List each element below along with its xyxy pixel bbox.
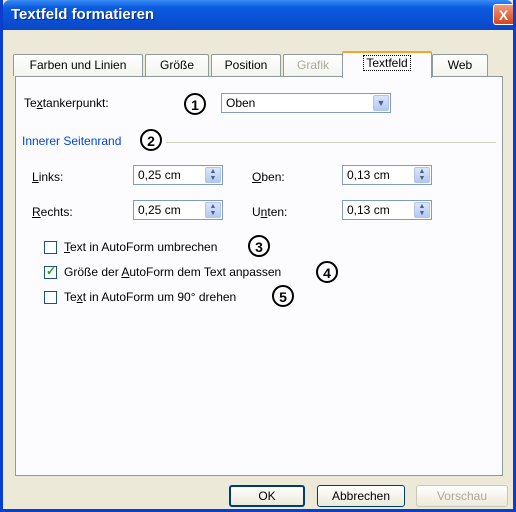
cancel-button[interactable]: Abbrechen — [317, 485, 405, 507]
wrap-text-checkbox[interactable] — [44, 241, 57, 254]
tab-panel-textfeld: Textankerpunkt: 1 Oben ▼ Innerer Seitenr… — [15, 76, 503, 476]
anchor-label: Textankerpunkt: — [24, 96, 109, 110]
spin-updown-icon[interactable]: ▲ ▼ — [205, 167, 221, 183]
preview-button: Vorschau — [416, 485, 508, 507]
anchor-select[interactable]: Oben ▼ — [221, 93, 391, 113]
tab-grafik: Grafik — [283, 54, 343, 76]
right-margin-label: Rechts: — [32, 205, 73, 219]
tab-textfeld[interactable]: Textfeld — [342, 51, 432, 78]
callout-2: 2 — [140, 129, 162, 151]
tab-web[interactable]: Web — [432, 54, 488, 76]
top-margin-spinner[interactable]: 0,13 cm ▲ ▼ — [342, 165, 432, 185]
resize-to-fit-label[interactable]: Größe der AutoForm dem Text anpassen — [64, 265, 281, 279]
spin-updown-icon[interactable]: ▲ ▼ — [205, 202, 221, 218]
callout-1: 1 — [184, 93, 206, 115]
title-bar[interactable]: Textfeld formatieren X — [3, 0, 513, 30]
top-margin-label: Oben: — [252, 170, 285, 184]
top-margin-value: 0,13 cm — [347, 168, 390, 182]
callout-3: 3 — [248, 235, 270, 257]
anchor-select-value: Oben — [226, 96, 256, 110]
tab-farben-und-linien[interactable]: Farben und Linien — [13, 54, 143, 76]
bottom-margin-label: Unten: — [252, 205, 288, 219]
chevron-down-icon[interactable]: ▼ — [373, 95, 389, 111]
bottom-margin-spinner[interactable]: 0,13 cm ▲ ▼ — [342, 200, 432, 220]
window-title: Textfeld formatieren — [11, 6, 155, 23]
bottom-margin-value: 0,13 cm — [347, 203, 390, 217]
left-margin-label: Links: — [32, 170, 64, 184]
rotate-text-label[interactable]: Text in AutoForm um 90° drehen — [64, 290, 236, 304]
dialog-window: Textfeld formatieren X Farben und Linien… — [0, 0, 516, 512]
tab-position[interactable]: Position — [211, 54, 281, 76]
checkmark-icon: ✓ — [46, 264, 57, 278]
close-icon[interactable]: X — [493, 4, 513, 25]
callout-4: 4 — [316, 261, 338, 283]
group-title-inner-margin: Innerer Seitenrand — [22, 134, 122, 148]
left-margin-spinner[interactable]: 0,25 cm ▲ ▼ — [133, 165, 223, 185]
resize-to-fit-checkbox[interactable]: ✓ — [44, 264, 57, 279]
rotate-text-checkbox[interactable] — [44, 291, 57, 304]
wrap-text-label[interactable]: Text in AutoForm umbrechen — [64, 240, 217, 254]
group-divider — [166, 142, 496, 143]
callout-5: 5 — [272, 285, 294, 307]
spin-updown-icon[interactable]: ▲ ▼ — [414, 202, 430, 218]
right-margin-spinner[interactable]: 0,25 cm ▲ ▼ — [133, 200, 223, 220]
right-margin-value: 0,25 cm — [138, 203, 181, 217]
left-margin-value: 0,25 cm — [138, 168, 181, 182]
tab-textfeld-label: Textfeld — [363, 55, 411, 71]
ok-button[interactable]: OK — [229, 485, 305, 507]
tab-groesse[interactable]: Größe — [145, 54, 209, 76]
spin-updown-icon[interactable]: ▲ ▼ — [414, 167, 430, 183]
